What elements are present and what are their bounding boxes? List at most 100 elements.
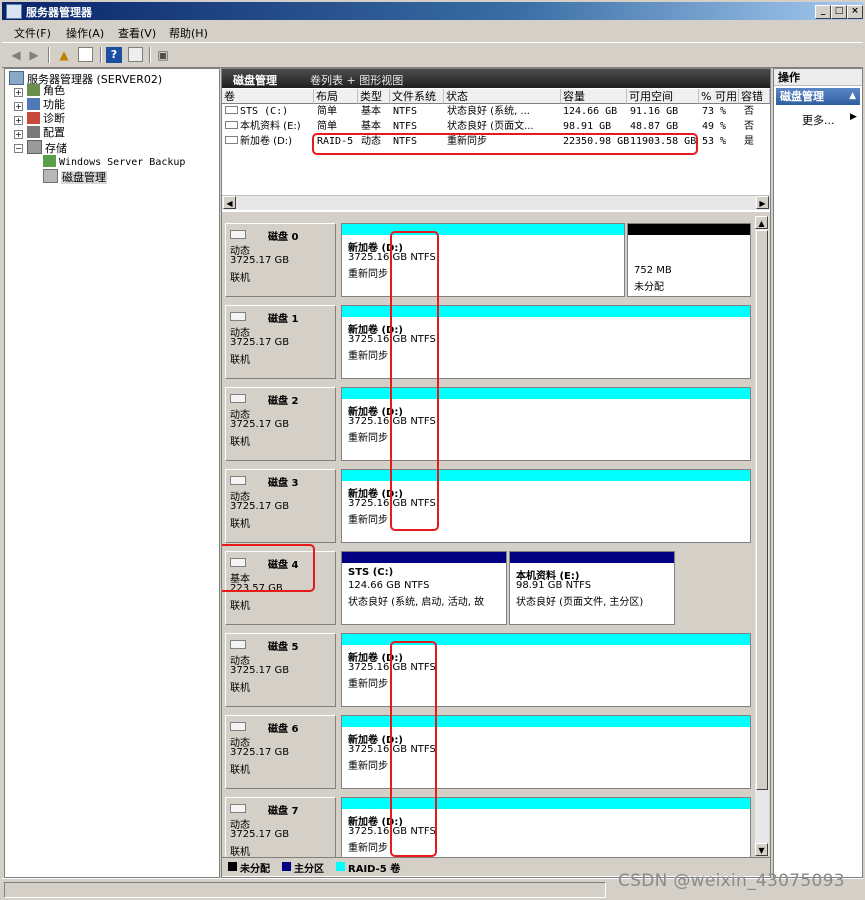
volume-status: 状态良好 (页面文... (447, 121, 534, 132)
volume-status: 状态良好 (页面文件, 主分区) (516, 597, 644, 608)
disk-icon (230, 476, 246, 485)
volume-size: 3725.16 GB NTFS (348, 498, 436, 509)
disk-row: 磁盘 6 动态 3725.17 GB 联机 新加卷 (D:) 3725.16 G… (222, 711, 755, 791)
volume-block[interactable]: 新加卷 (D:) 3725.16 GB NTFS 重新同步 (341, 633, 751, 707)
up-folder-icon[interactable]: ▲ (56, 47, 72, 63)
close-button[interactable]: × (847, 5, 863, 19)
disk-info[interactable]: 磁盘 3 动态 3725.17 GB 联机 (225, 469, 336, 543)
navigation-tree: 服务器管理器 (SERVER02) + 角色 + 功能 + 诊断 + 配置 − … (4, 68, 220, 878)
unallocated-block[interactable]: 752 MB 未分配 (627, 223, 751, 297)
volume-name: STS (C:) (240, 106, 289, 117)
column-header-percent-free[interactable]: % 可用 (699, 89, 739, 104)
actions-group-header[interactable]: 磁盘管理 ▲ (776, 88, 860, 105)
column-header-status[interactable]: 状态 (444, 89, 561, 104)
tree-item-configuration[interactable]: 配置 (27, 126, 65, 140)
disk-info[interactable]: 磁盘 6 动态 3725.17 GB 联机 (225, 715, 336, 789)
chevron-right-icon: ▶ (850, 112, 857, 122)
volume-block[interactable]: 本机资料 (E:) 98.91 GB NTFS 状态良好 (页面文件, 主分区) (509, 551, 675, 625)
disk-state: 联机 (230, 765, 250, 776)
expand-icon[interactable]: + (14, 130, 23, 139)
legend-label: 未分配 (240, 864, 270, 875)
minimize-button[interactable]: _ (815, 5, 831, 19)
volume-name: 本机资料 (E:) (240, 121, 301, 132)
disk-settings-icon[interactable]: ▣ (155, 47, 171, 63)
volume-type: 基本 (361, 106, 381, 117)
volume-block[interactable]: 新加卷 (D:) 3725.16 GB NTFS 重新同步 (341, 469, 751, 543)
disk-info[interactable]: 磁盘 5 动态 3725.17 GB 联机 (225, 633, 336, 707)
volume-block[interactable]: 新加卷 (D:) 3725.16 GB NTFS 重新同步 (341, 223, 625, 297)
disk-size: 3725.17 GB (230, 337, 290, 348)
raid5-bar (342, 224, 624, 235)
collapse-up-icon[interactable]: ▲ (849, 88, 856, 105)
volume-capacity: 124.66 GB (563, 106, 618, 117)
forward-arrow-icon[interactable]: ▶ (26, 47, 42, 63)
menu-view[interactable]: 查看(V) (118, 25, 156, 41)
volume-layout: 简单 (317, 121, 337, 132)
disk-info[interactable]: 磁盘 2 动态 3725.17 GB 联机 (225, 387, 336, 461)
scroll-right-icon[interactable]: ▶ (756, 196, 769, 209)
volume-block[interactable]: 新加卷 (D:) 3725.16 GB NTFS 重新同步 (341, 305, 751, 379)
scroll-left-icon[interactable]: ◀ (223, 196, 236, 209)
tree-item-storage[interactable]: 存储 (27, 140, 67, 155)
properties-icon[interactable] (128, 47, 143, 62)
tree-root[interactable]: 服务器管理器 (SERVER02) (9, 71, 162, 86)
tree-item-label: Windows Server Backup (59, 157, 186, 168)
toolbar-divider (48, 47, 50, 63)
show-tree-icon[interactable] (78, 47, 93, 62)
expand-icon[interactable]: + (14, 116, 23, 125)
volume-block[interactable]: STS (C:) 124.66 GB NTFS 状态良好 (系统, 启动, 活动… (341, 551, 507, 625)
collapse-icon[interactable]: − (14, 144, 23, 153)
column-header-free-space[interactable]: 可用空间 (627, 89, 699, 104)
expand-icon[interactable]: + (14, 102, 23, 111)
volume-size: 98.91 GB NTFS (516, 580, 592, 591)
disk-icon (230, 722, 246, 731)
column-header-volume[interactable]: 卷 (222, 89, 314, 104)
volume-block[interactable]: 新加卷 (D:) 3725.16 GB NTFS 重新同步 (341, 387, 751, 461)
disk-size: 3725.17 GB (230, 665, 290, 676)
maximize-button[interactable]: □ (831, 5, 847, 19)
raid5-bar (342, 306, 750, 317)
disk-state: 联机 (230, 847, 250, 858)
tree-item-disk-management[interactable]: 磁盘管理 (43, 169, 107, 184)
column-header-fault-tolerance[interactable]: 容错 (739, 89, 770, 104)
column-header-layout[interactable]: 布局 (314, 89, 358, 104)
tree-item-label: 配置 (43, 126, 65, 139)
window-title: 服务器管理器 (26, 6, 92, 19)
volume-block[interactable]: 新加卷 (D:) 3725.16 GB NTFS 重新同步 (341, 715, 751, 789)
tree-item-label: 角色 (43, 84, 65, 97)
volume-status: 重新同步 (348, 515, 388, 526)
tree-item-features[interactable]: 功能 (27, 98, 65, 112)
volume-icon (225, 136, 238, 144)
disk-state: 联机 (230, 437, 250, 448)
menu-action[interactable]: 操作(A) (66, 25, 104, 41)
scroll-thumb[interactable] (756, 230, 768, 790)
menu-help[interactable]: 帮助(H) (169, 25, 208, 41)
more-actions-link[interactable]: 更多... ▶ (802, 112, 857, 128)
scroll-up-icon[interactable]: ▲ (755, 216, 768, 229)
disk-row: 磁盘 0 动态 3725.17 GB 联机 新加卷 (D:) 3725.16 G… (222, 219, 755, 299)
raid5-bar (342, 798, 750, 809)
disk-state: 联机 (230, 273, 250, 284)
help-icon[interactable]: ? (106, 47, 122, 63)
primary-partition-bar (342, 552, 506, 563)
disk-info[interactable]: 磁盘 1 动态 3725.17 GB 联机 (225, 305, 336, 379)
back-arrow-icon[interactable]: ◀ (8, 47, 24, 63)
column-header-capacity[interactable]: 容量 (561, 89, 627, 104)
column-header-filesystem[interactable]: 文件系统 (390, 89, 444, 104)
disk-info[interactable]: 磁盘 4 基本 223.57 GB 联机 (225, 551, 336, 625)
volume-layout: 简单 (317, 106, 337, 117)
backup-icon (43, 155, 56, 167)
tree-item-diagnostics[interactable]: 诊断 (27, 112, 65, 126)
expand-icon[interactable]: + (14, 88, 23, 97)
disk-management-icon (43, 169, 58, 183)
disk-info[interactable]: 磁盘 0 动态 3725.17 GB 联机 (225, 223, 336, 297)
vertical-scrollbar[interactable]: ▲ ▼ (755, 216, 769, 856)
menu-file[interactable]: 文件(F) (14, 25, 51, 41)
column-header-type[interactable]: 类型 (358, 89, 390, 104)
horizontal-scrollbar[interactable]: ◀ ▶ (222, 195, 770, 210)
tree-item-roles[interactable]: 角色 (27, 84, 65, 98)
scroll-down-icon[interactable]: ▼ (755, 843, 768, 856)
tree-item-windows-server-backup[interactable]: Windows Server Backup (43, 155, 185, 169)
disk-name: 磁盘 2 (268, 396, 299, 407)
features-icon (27, 98, 40, 110)
